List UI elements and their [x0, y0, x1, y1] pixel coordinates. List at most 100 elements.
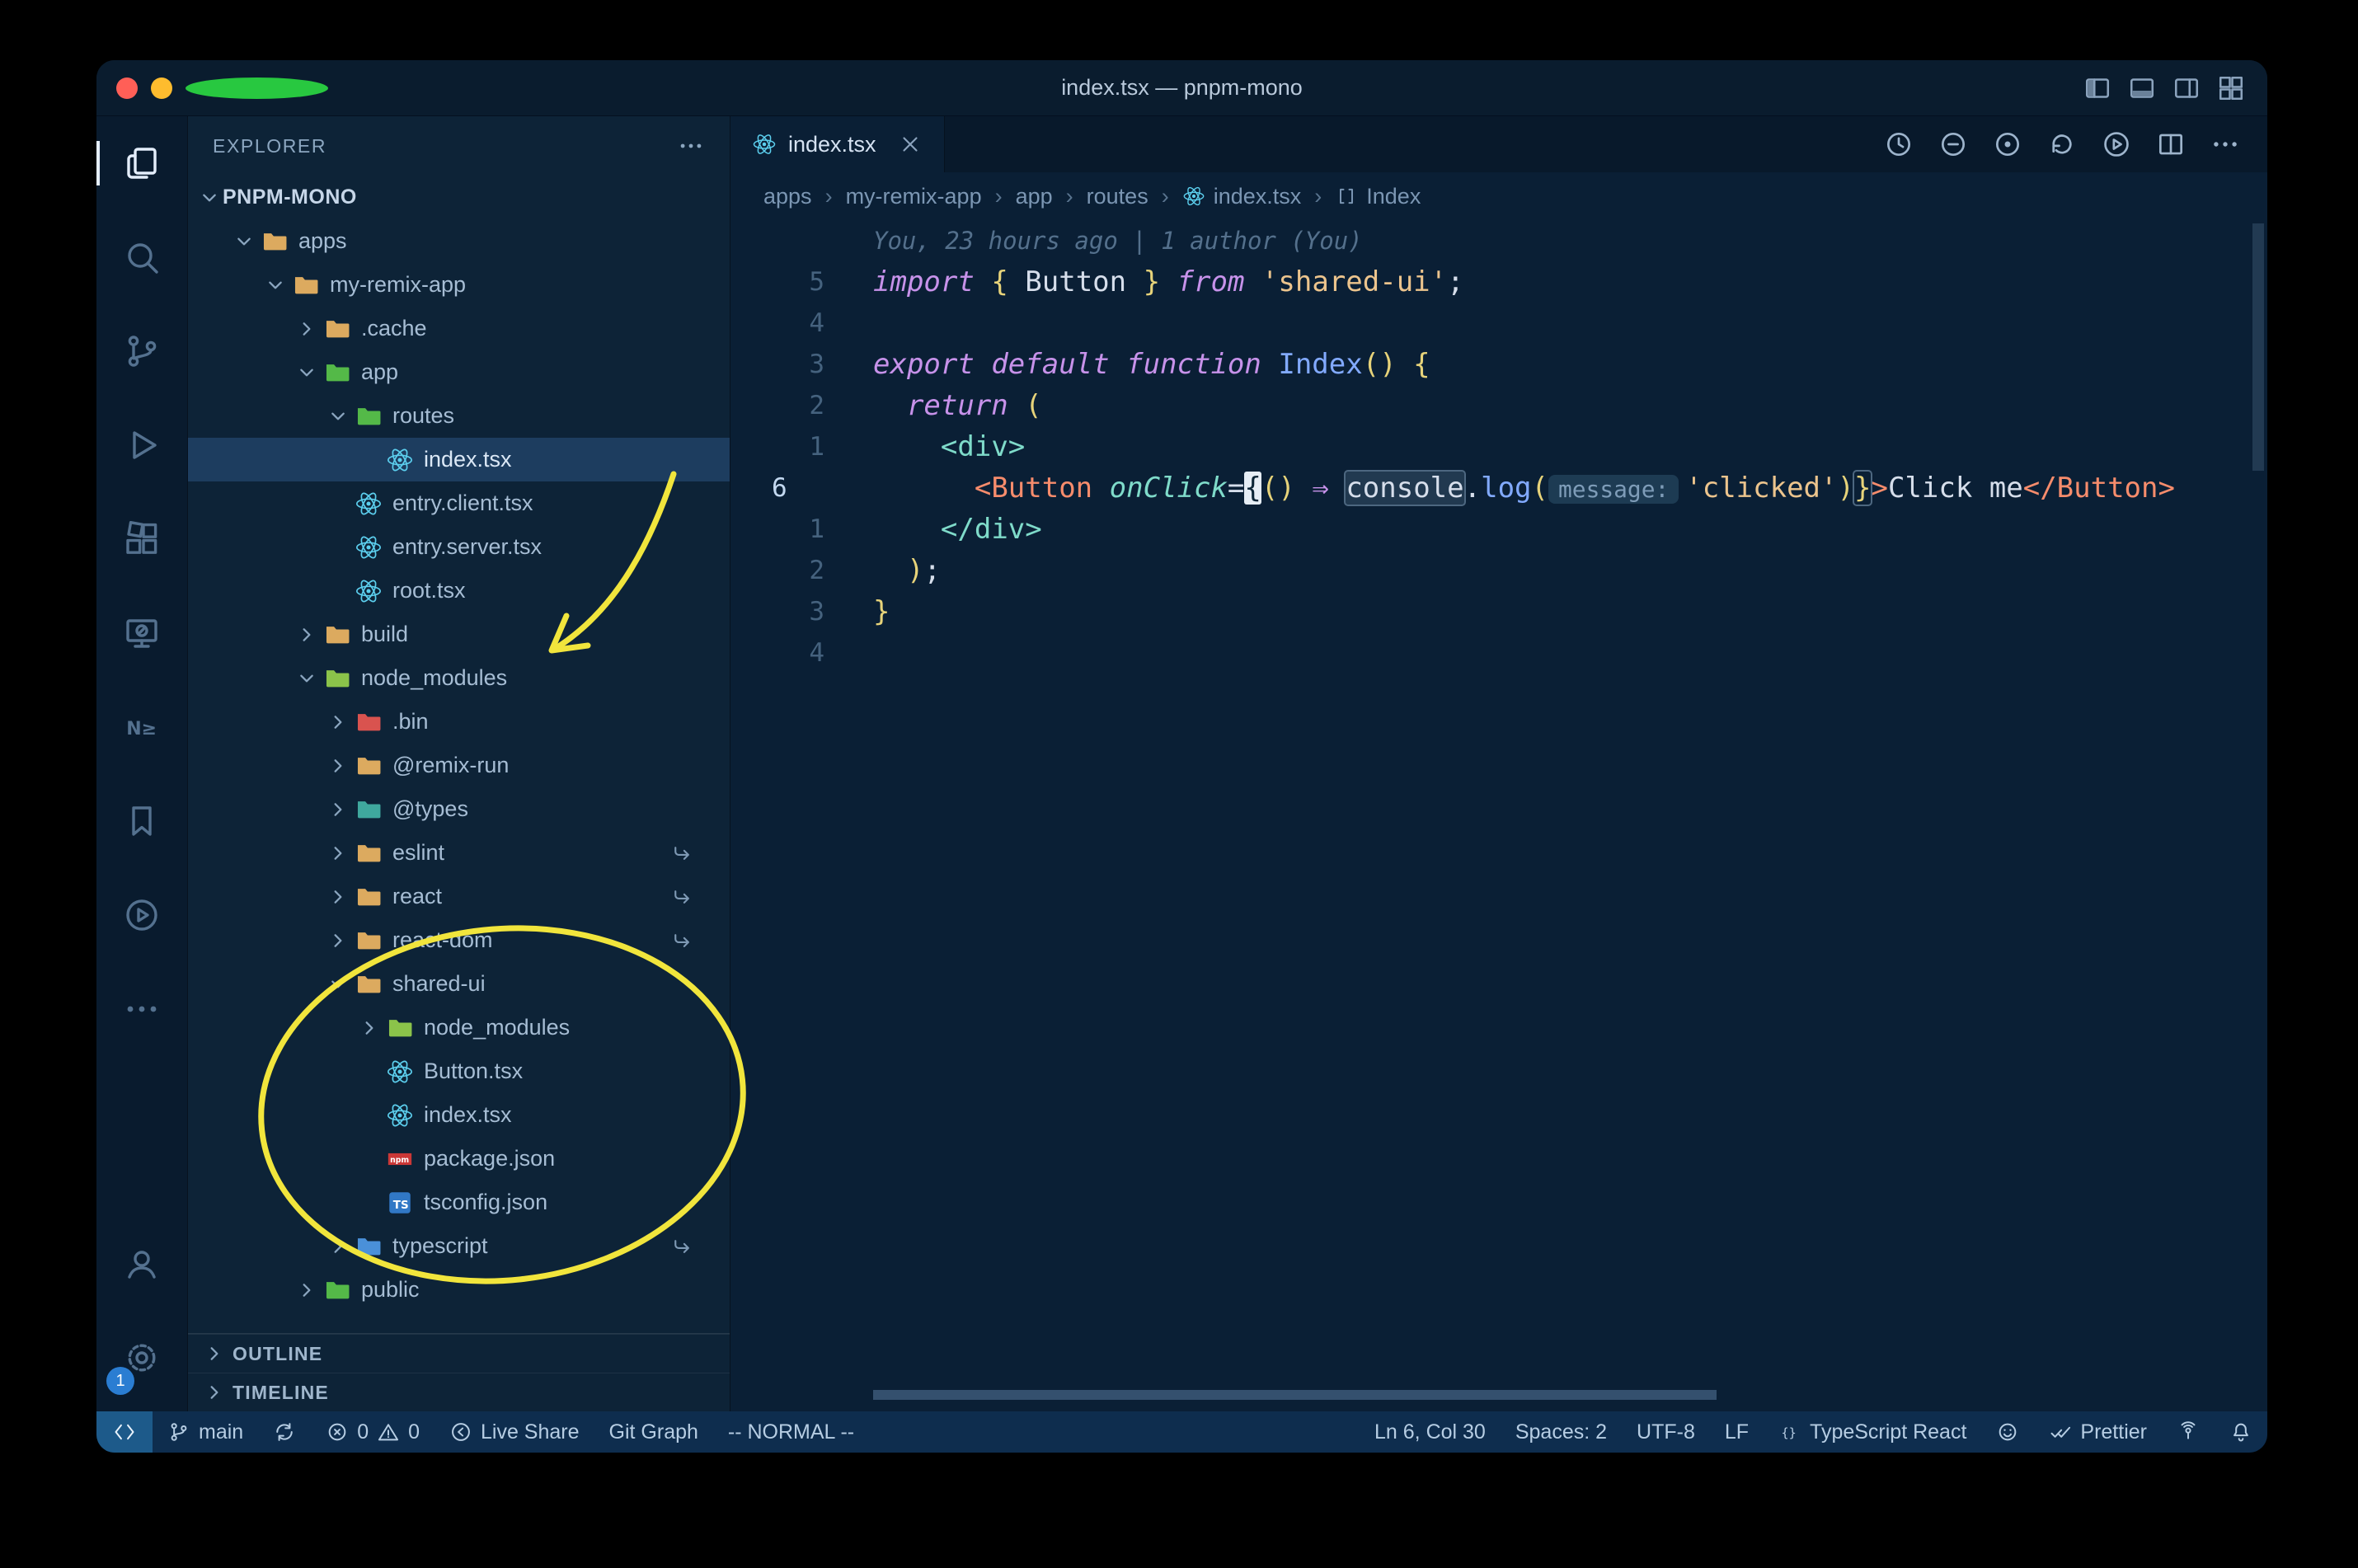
split-editor-icon[interactable] [2155, 129, 2187, 160]
tree-item-shared-ui[interactable]: shared-ui [188, 962, 730, 1006]
breadcrumb-item-my-remix-app[interactable]: my-remix-app [846, 184, 982, 209]
activity-code-runner[interactable] [96, 868, 187, 962]
activity-more[interactable] [96, 962, 187, 1056]
tree-item-index.tsx[interactable]: index.tsx [188, 1093, 730, 1137]
explorer-more-actions-icon[interactable] [677, 132, 705, 160]
tree-item-.bin[interactable]: .bin [188, 700, 730, 744]
tree-item-react[interactable]: react [188, 875, 730, 918]
code-editor[interactable]: You, 23 hours ago | 1 author (You) 5 impo… [730, 220, 2267, 1411]
tree-item-@remix-run[interactable]: @remix-run [188, 744, 730, 787]
breadcrumb-separator: › [1314, 183, 1322, 209]
status-notifications[interactable] [2215, 1411, 2267, 1453]
code-line[interactable]: 6 <Button onClick={() ⇒ console.log(mess… [730, 467, 2267, 509]
vertical-scrollbar[interactable] [2252, 223, 2264, 471]
breadcrumb-item-index.tsx[interactable]: index.tsx [1182, 184, 1301, 209]
tree-item-eslint[interactable]: eslint [188, 831, 730, 875]
folder-icon [323, 664, 351, 692]
activity-remote-explorer[interactable] [96, 586, 187, 680]
status-sync[interactable] [258, 1411, 311, 1453]
code-line[interactable]: 4 [730, 632, 2267, 674]
activity-extensions[interactable] [96, 492, 187, 586]
minimize-window-button[interactable] [151, 77, 172, 99]
status-eol[interactable]: LF [1710, 1411, 1764, 1453]
toggle-primary-sidebar-icon[interactable] [2083, 73, 2112, 103]
tree-item-entry.server.tsx[interactable]: entry.server.tsx [188, 525, 730, 569]
close-window-button[interactable] [116, 77, 138, 99]
activity-run-and-debug[interactable] [96, 398, 187, 492]
status-live-share[interactable]: Live Share [434, 1411, 594, 1453]
activity-explorer[interactable] [96, 116, 187, 210]
tree-item-app[interactable]: app [188, 350, 730, 394]
tab-bar: index.tsx [730, 116, 2267, 172]
code-line[interactable]: 3} [730, 591, 2267, 632]
tree-item-apps[interactable]: apps [188, 219, 730, 263]
run-file-icon[interactable] [2101, 129, 2132, 160]
toggle-secondary-sidebar-icon[interactable] [2172, 73, 2201, 103]
open-changes-icon[interactable] [1938, 129, 1969, 160]
breadcrumb-item-apps[interactable]: apps [763, 184, 812, 209]
tree-item-node_modules[interactable]: node_modules [188, 1006, 730, 1049]
outline-label: OUTLINE [233, 1342, 323, 1364]
activity-bookmarks[interactable] [96, 774, 187, 868]
tree-item-@types[interactable]: @types [188, 787, 730, 831]
activity-accounts[interactable] [96, 1217, 187, 1311]
timeline-section-header[interactable]: TIMELINE [188, 1373, 730, 1411]
status-text: UTF-8 [1637, 1420, 1695, 1444]
activity-settings[interactable]: 1 [96, 1311, 187, 1405]
activity-search[interactable] [96, 210, 187, 304]
tree-item-root[interactable]: PNPM-MONO [188, 176, 730, 219]
tree-item-.cache[interactable]: .cache [188, 307, 730, 350]
customize-layout-icon[interactable] [2216, 73, 2246, 103]
tree-item-my-remix-app[interactable]: my-remix-app [188, 263, 730, 307]
code-line[interactable]: 5 import { Button } from 'shared-ui'; [730, 261, 2267, 303]
status-cursor-position[interactable]: Ln 6, Col 30 [1360, 1411, 1501, 1453]
sync-file-icon[interactable] [2046, 129, 2078, 160]
goto-symbol-icon[interactable] [1992, 129, 2023, 160]
status-problems[interactable]: 00 [311, 1411, 434, 1453]
tree-item-root.tsx[interactable]: root.tsx [188, 569, 730, 613]
tree-item-node_modules[interactable]: node_modules [188, 656, 730, 700]
status-feedback[interactable] [1981, 1411, 2034, 1453]
tree-item-package.json[interactable]: npm package.json [188, 1137, 730, 1181]
tree-item-public[interactable]: public [188, 1268, 730, 1312]
tree-item-react-dom[interactable]: react-dom [188, 918, 730, 962]
status-language-mode[interactable]: {} TypeScript React [1764, 1411, 1981, 1453]
tree-item-routes[interactable]: routes [188, 394, 730, 438]
tab-index-tsx[interactable]: index.tsx [730, 116, 945, 172]
code-line[interactable]: 2 return ( [730, 385, 2267, 426]
chevron-right-icon [201, 1379, 228, 1406]
status-indentation[interactable]: Spaces: 2 [1501, 1411, 1622, 1453]
status-branch[interactable]: main [153, 1411, 258, 1453]
code-line[interactable]: 4 [730, 303, 2267, 344]
code-line[interactable]: 1 <div> [730, 426, 2267, 467]
code-line[interactable]: 3 export default function Index() { [730, 344, 2267, 385]
tree-item-typescript[interactable]: typescript [188, 1224, 730, 1268]
tree-item-tsconfig.json[interactable]: TS tsconfig.json [188, 1181, 730, 1224]
tree-item-index.tsx[interactable]: index.tsx [188, 438, 730, 481]
status-encoding[interactable]: UTF-8 [1622, 1411, 1710, 1453]
breadcrumb-separator: › [994, 183, 1003, 209]
breadcrumb-item-Index[interactable]: Index [1335, 184, 1421, 209]
tree-item-entry.client.tsx[interactable]: entry.client.tsx [188, 481, 730, 525]
code-line[interactable]: 2 ); [730, 550, 2267, 591]
toggle-panel-icon[interactable] [2127, 73, 2157, 103]
status-vim-mode[interactable]: -- NORMAL -- [713, 1411, 869, 1453]
outline-section-header[interactable]: OUTLINE [188, 1334, 730, 1373]
status-git-graph[interactable]: Git Graph [594, 1411, 713, 1453]
code-line[interactable]: 1 </div> [730, 509, 2267, 550]
status-remote[interactable] [96, 1411, 153, 1453]
breadcrumb-item-app[interactable]: app [1016, 184, 1053, 209]
close-tab-icon[interactable] [898, 132, 923, 157]
more-actions-icon[interactable] [2210, 129, 2241, 160]
timeline-icon[interactable] [1883, 129, 1914, 160]
status-prettier[interactable]: Prettier [2034, 1411, 2162, 1453]
horizontal-scrollbar[interactable] [873, 1390, 1717, 1400]
breadcrumb-item-routes[interactable]: routes [1087, 184, 1148, 209]
chevron-right-icon [201, 1340, 228, 1367]
status-broadcast[interactable] [2162, 1411, 2215, 1453]
activity-nx-console[interactable]: N≥ [96, 680, 187, 774]
tree-item-build[interactable]: build [188, 613, 730, 656]
activity-source-control[interactable] [96, 304, 187, 398]
tree-item-Button.tsx[interactable]: Button.tsx [188, 1049, 730, 1093]
zoom-window-button[interactable] [186, 77, 328, 99]
